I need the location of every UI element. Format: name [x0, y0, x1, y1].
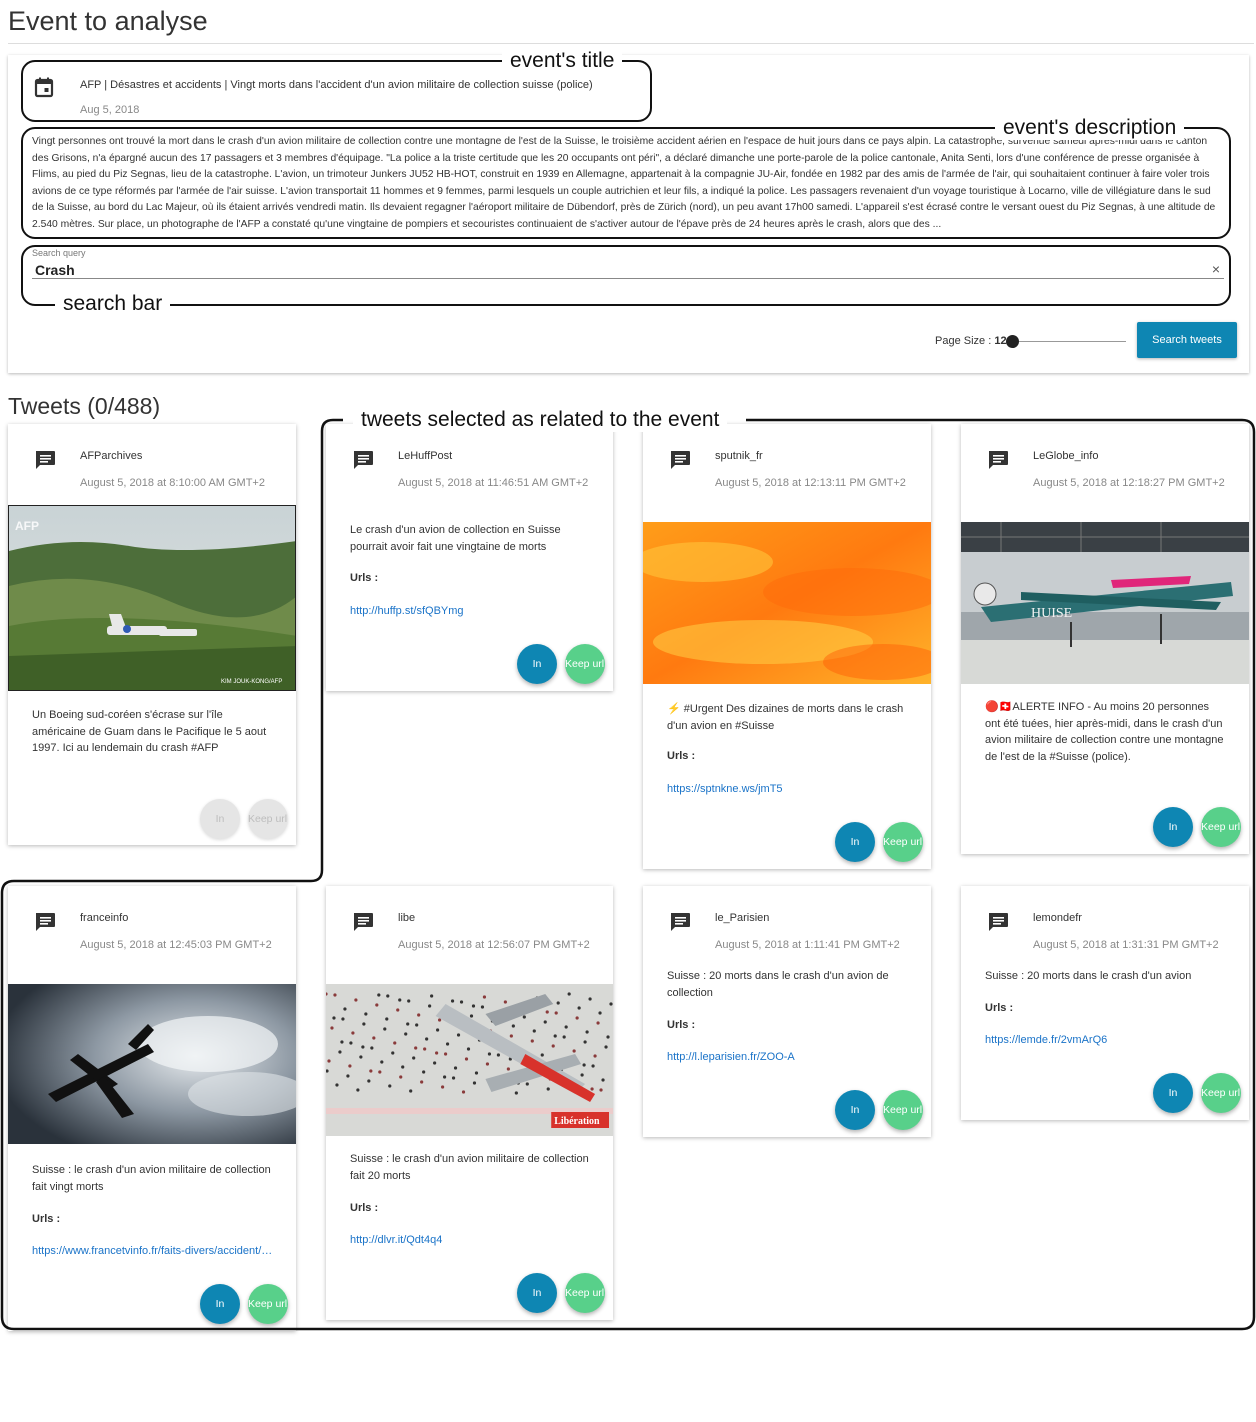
page-size-slider-handle[interactable]: [1006, 335, 1019, 348]
title-annotation: event's title: [502, 49, 623, 73]
page-size-label: Page Size : 12: [935, 335, 1007, 347]
selected-annotation: tweets selected as related to the event: [353, 408, 728, 432]
selected-tweets-outline: [0, 418, 1256, 1331]
page-title: Event to analyse: [8, 6, 208, 36]
search-tweets-button[interactable]: Search tweets: [1137, 322, 1237, 358]
page-size-value: 12: [994, 335, 1007, 347]
page-size-track[interactable]: [1010, 341, 1126, 342]
search-annotation-box: [21, 245, 1231, 306]
search-annotation: search bar: [55, 292, 171, 316]
description-annotation-box: [21, 127, 1231, 239]
page-size-text: Page Size :: [935, 335, 995, 347]
description-annotation: event's description: [995, 116, 1185, 140]
divider: [8, 43, 1254, 44]
